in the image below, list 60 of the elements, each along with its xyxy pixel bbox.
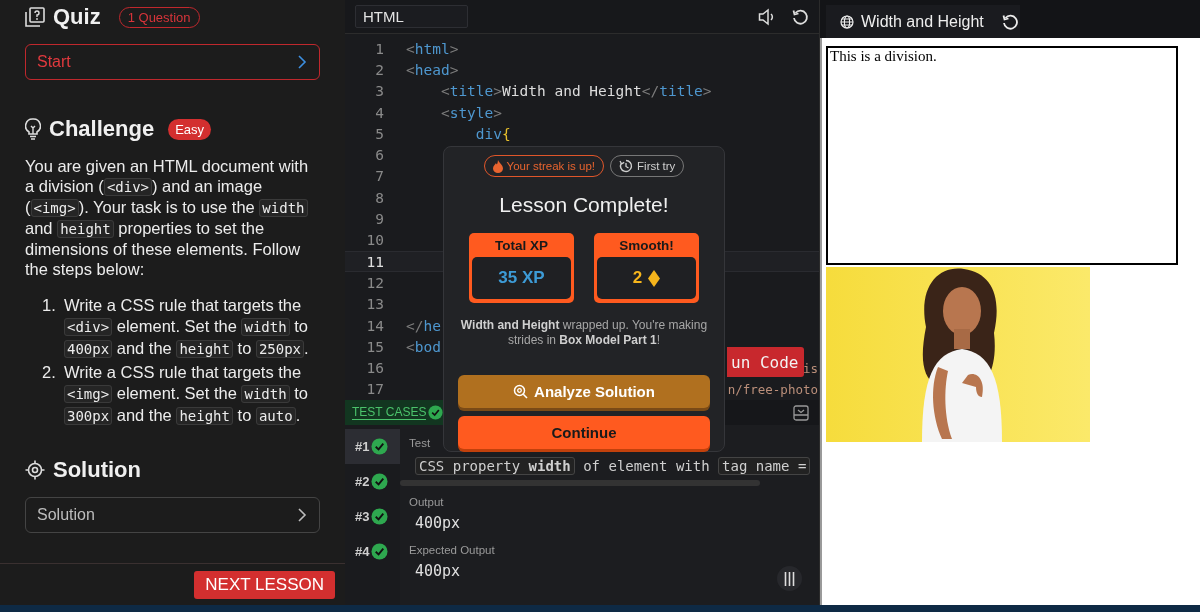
line-number: 5 xyxy=(374,125,384,142)
line-number: 1 xyxy=(374,40,384,57)
stat-title: Smooth! xyxy=(619,236,674,255)
quiz-title: Quiz xyxy=(53,4,101,30)
line-number: 16 xyxy=(365,360,384,377)
run-code-button[interactable]: un Code xyxy=(727,347,805,377)
solution-item[interactable]: Solution xyxy=(25,497,320,533)
solution-title: Solution xyxy=(53,457,141,483)
step-number: 1. xyxy=(42,295,57,316)
line-number: 17 xyxy=(365,381,384,398)
stat-title: Total XP xyxy=(495,236,548,255)
difficulty-badge: Easy xyxy=(168,118,212,140)
output-value: 400px xyxy=(415,514,461,532)
code-line: div{ xyxy=(474,125,511,142)
line-number: 10 xyxy=(365,232,384,249)
stat-value: 2 xyxy=(632,268,643,288)
division-text: This is a division. xyxy=(830,48,937,64)
line-number: 14 xyxy=(365,317,384,334)
analyze-solution-button[interactable]: Analyze Solution xyxy=(458,375,710,408)
preview-tab[interactable]: Width and Height xyxy=(826,5,1020,38)
output-label: Output xyxy=(409,496,444,508)
line-number: 2 xyxy=(374,61,384,78)
code-line: <html> xyxy=(406,40,459,57)
line-number: 15 xyxy=(365,338,384,355)
step-text: Write a CSS rule that targets the <img> element. Set the width to 300px and the height to auto . xyxy=(64,362,309,427)
line-number: 3 xyxy=(374,83,384,100)
dialog-message: Width and Height wrapped up. You're making strides in Box Model Part 1! xyxy=(459,318,709,348)
line-number: 13 xyxy=(365,296,384,313)
test-case-tab[interactable]: #4 xyxy=(345,534,400,569)
line-number: 4 xyxy=(374,104,384,121)
challenge-title: Challenge xyxy=(49,116,155,142)
step-number: 2. xyxy=(42,362,57,383)
language-tab[interactable]: HTML xyxy=(355,5,468,28)
test-case-tab[interactable]: #2 xyxy=(345,464,400,499)
code-line: <head> xyxy=(406,61,459,78)
line-number: 8 xyxy=(374,189,384,206)
code-line: <style> xyxy=(439,104,503,121)
code-line: </he xyxy=(406,317,441,334)
challenge-description: You are given an HTML document with a division ( <div> ) and an image ( <img> ). Your task is to use the width and height properties to set the dimensions of these elements. Follow the steps below: xyxy=(25,156,310,279)
test-case-tab[interactable]: #1 xyxy=(345,429,400,464)
code-line: <bod xyxy=(406,338,441,355)
continue-button[interactable]: Continue xyxy=(458,416,710,449)
code-line: n/free-photo xyxy=(727,381,818,397)
test-label: Test xyxy=(409,437,431,449)
line-number: 7 xyxy=(374,168,384,185)
expected-output-value: 400px xyxy=(415,562,461,580)
line-number: 12 xyxy=(365,274,384,291)
start-button[interactable]: Start xyxy=(25,44,320,80)
code-line: is xyxy=(802,360,818,376)
code-line: <title>Width and Height</title> xyxy=(439,83,712,100)
line-number: 9 xyxy=(374,211,384,227)
dialog-title: Lesson Complete! xyxy=(499,193,669,217)
expected-output-label: Expected Output xyxy=(409,544,495,556)
test-description: CSS property width of element with tag name = xyxy=(415,458,811,474)
step-text: Write a CSS rule that targets the <div> element. Set the width to 400px and the height to 250px . xyxy=(64,295,310,360)
next-lesson-button[interactable]: NEXT LESSON xyxy=(194,570,335,599)
test-case-tab[interactable]: #3 xyxy=(345,499,400,534)
line-number: 11 xyxy=(365,253,384,270)
stat-value: 35 XP xyxy=(498,268,545,288)
line-number: 6 xyxy=(374,147,384,164)
